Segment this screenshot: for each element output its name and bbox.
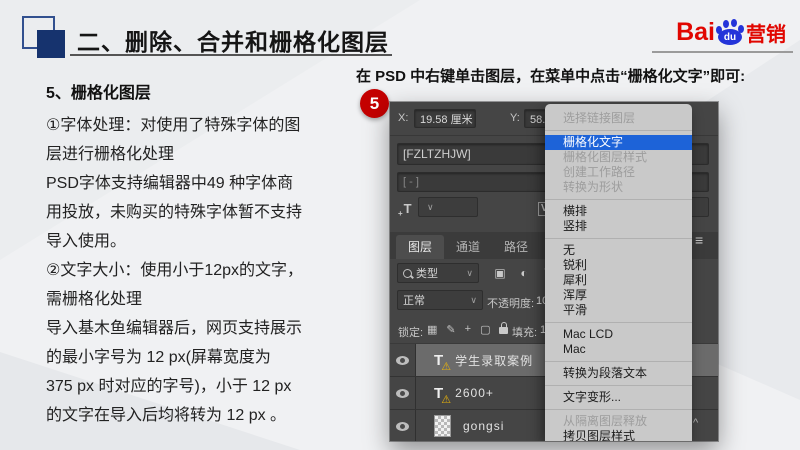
title-underline (70, 54, 392, 56)
menu-group: Mac LCDMac (545, 323, 692, 362)
visibility-eye-icon[interactable] (396, 356, 409, 365)
visibility-eye-icon[interactable] (396, 422, 409, 431)
body-text-line: 375 px 时对应的字号)，小于 12 px (46, 372, 376, 401)
menu-group: 选择链接图层 (545, 107, 692, 131)
left-text-lines: ①字体处理：对使用了特殊字体的图层进行栅格化处理PSD字体支持编辑器中49 种字… (46, 111, 376, 430)
font-size-select[interactable]: ∨ (418, 197, 478, 217)
context-menu-item[interactable]: 转换为段落文本 (545, 366, 692, 381)
filter-type-label: 类型 (416, 265, 463, 281)
layers-panel-tab[interactable]: 路径 (492, 235, 540, 259)
visibility-eye-icon[interactable] (396, 389, 409, 398)
photoshop-screenshot: X: 19.58 厘米 Y: 58.49 厘米 [FZLTZHJW] [ - ]… (390, 102, 718, 441)
layer-name: 学生录取案例 (455, 352, 533, 369)
body-text-line: 的文字在导入后均将转为 12 px 。 (46, 401, 376, 430)
logo-text-bai: Bai (676, 18, 715, 47)
context-menu-item[interactable]: 文字变形... (545, 390, 692, 405)
body-text-line: 导入基木鱼编辑器后，网页支持展示 (46, 314, 376, 343)
filter-type-select[interactable]: 类型 ∨ (397, 263, 479, 283)
collapse-caret-icon[interactable]: ^ (693, 417, 698, 429)
context-menu: 选择链接图层栅格化文字栅格化图层样式创建工作路径转换为形状横排竖排无锐利犀利浑厚… (545, 104, 692, 441)
blend-mode-value: 正常 (403, 292, 425, 308)
eye-cell (390, 377, 416, 409)
menu-group: 无锐利犀利浑厚平滑 (545, 239, 692, 323)
menu-group: 从隔离图层释放拷贝图层样式 (545, 410, 692, 441)
step-number-badge: 5 (360, 89, 389, 118)
lock-label: 锁定: (398, 324, 423, 340)
lock-icons: ▦ ✎ + ▢ (427, 319, 517, 339)
logo-text-du: du (718, 29, 742, 45)
menu-group: 转换为段落文本 (545, 362, 692, 386)
paint-lock-icon[interactable]: ✎ (446, 323, 455, 336)
body-text-line: PSD字体支持编辑器中49 种字体商 (46, 169, 376, 198)
menu-group: 横排竖排 (545, 200, 692, 239)
layers-panel-tab[interactable]: 图层 (396, 235, 444, 259)
eye-cell (390, 410, 416, 441)
context-menu-item: 从隔离图层释放 (545, 414, 692, 429)
context-menu-item: 选择链接图层 (545, 111, 692, 126)
artboard-lock-icon[interactable]: ▢ (480, 323, 490, 336)
context-menu-item[interactable]: 浑厚 (545, 288, 692, 303)
context-menu-item[interactable]: 栅格化文字 (545, 135, 692, 150)
menu-group: 文字变形... (545, 386, 692, 410)
blend-mode-select[interactable]: 正常 ∨ (397, 290, 483, 310)
body-text-line: 层进行栅格化处理 (46, 140, 376, 169)
slide: 二、删除、合并和栅格化图层 Bai du 营销 5、栅格化图层 ①字体处理：对使… (0, 0, 800, 450)
adjustment-filter-icon[interactable]: ◐ (512, 266, 536, 280)
panel-menu-icon[interactable]: ≡ (695, 232, 703, 248)
section-heading: 5、栅格化图层 (46, 79, 376, 103)
context-menu-item: 栅格化图层样式 (545, 150, 692, 165)
logo-underline (652, 51, 793, 53)
fill-label: 填充: (512, 324, 537, 340)
pixel-layer-thumbnail (434, 415, 451, 437)
eye-cell (390, 344, 416, 376)
x-coordinate-input[interactable]: 19.58 厘米 (414, 109, 476, 128)
instruction-caption: 在 PSD 中右键单击图层，在菜单中点击“栅格化文字”即可: (356, 65, 745, 86)
paw-toe (731, 19, 737, 27)
paw-toe (723, 20, 729, 28)
move-lock-icon[interactable]: + (465, 323, 471, 335)
context-menu-item: 转换为形状 (545, 180, 692, 195)
context-menu-item[interactable]: 锐利 (545, 258, 692, 273)
context-menu-item[interactable]: 无 (545, 243, 692, 258)
body-text-line: 的最小字号为 12 px(屏幕宽度为 (46, 343, 376, 372)
opacity-label: 不透明度: (487, 295, 534, 311)
body-text-line: ①字体处理：对使用了特殊字体的图 (46, 111, 376, 140)
body-text-line: 用投放，未购买的特殊字体暂不支持 (46, 198, 376, 227)
baidu-marketing-logo: Bai du 营销 (676, 18, 786, 47)
chevron-down-icon: ∨ (466, 268, 473, 279)
body-text-line: 导入使用。 (46, 227, 376, 256)
baidu-paw-icon: du (716, 19, 744, 46)
left-text-block: 5、栅格化图层 ①字体处理：对使用了特殊字体的图层进行栅格化处理PSD字体支持编… (46, 79, 376, 430)
text-layer-thumbnail: T⚠ (434, 352, 443, 369)
chevron-down-icon: ∨ (470, 295, 477, 306)
layers-panel-tab[interactable]: 通道 (444, 235, 492, 259)
body-text-line: 需栅格化处理 (46, 285, 376, 314)
context-menu-item: 创建工作路径 (545, 165, 692, 180)
menu-group: 栅格化文字栅格化图层样式创建工作路径转换为形状 (545, 131, 692, 200)
layer-name: 2600+ (455, 386, 494, 400)
context-menu-item[interactable]: 拷贝图层样式 (545, 429, 692, 441)
chevron-down-icon: ∨ (427, 202, 434, 213)
layer-name: gongsi (463, 419, 504, 433)
search-icon (403, 269, 412, 278)
warning-icon: ⚠ (441, 360, 451, 373)
body-text-line: ②文字大小：使用小于12px的文字， (46, 256, 376, 285)
page-title: 二、删除、合并和栅格化图层 (77, 23, 389, 57)
font-size-icon: T (398, 201, 412, 218)
logo-text-suffix: 营销 (746, 18, 786, 47)
title-decoration-filled-square (37, 30, 65, 58)
x-coordinate-label: X: (398, 112, 408, 124)
pixel-filter-icon[interactable]: ▣ (488, 266, 512, 280)
warning-icon: ⚠ (441, 393, 451, 406)
context-menu-item[interactable]: 平滑 (545, 303, 692, 318)
context-menu-item[interactable]: Mac (545, 342, 692, 357)
context-menu-item[interactable]: 竖排 (545, 219, 692, 234)
y-coordinate-label: Y: (510, 112, 520, 124)
text-layer-thumbnail: T⚠ (434, 385, 443, 402)
context-menu-item[interactable]: 横排 (545, 204, 692, 219)
context-menu-item[interactable]: 犀利 (545, 273, 692, 288)
lock-icon[interactable] (499, 327, 508, 334)
transparency-lock-icon[interactable]: ▦ (427, 323, 437, 336)
context-menu-item[interactable]: Mac LCD (545, 327, 692, 342)
